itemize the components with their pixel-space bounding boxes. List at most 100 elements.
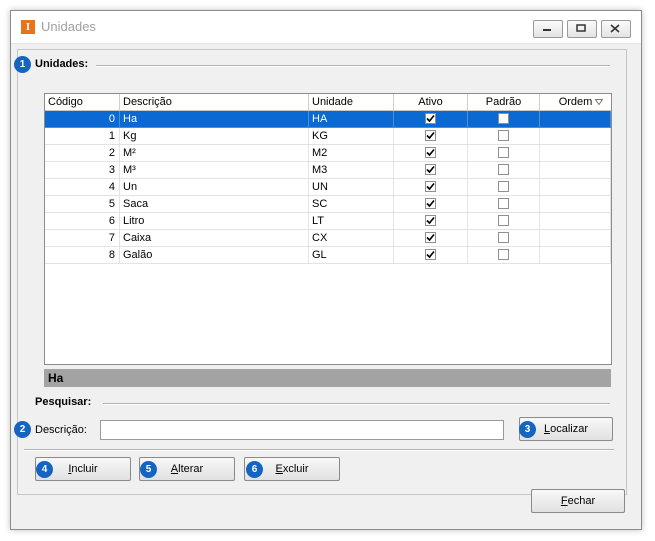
- table-row[interactable]: 3 M³ M3: [45, 162, 611, 179]
- step-badge-3: 3: [519, 421, 536, 438]
- padrao-checkbox[interactable]: [498, 130, 509, 141]
- incluir-label: ncluir: [71, 463, 98, 475]
- close-button[interactable]: [601, 20, 631, 38]
- cell-descricao: Ha: [120, 111, 309, 128]
- cell-padrao[interactable]: [468, 196, 540, 213]
- search-divider: [103, 403, 610, 405]
- cell-ativo[interactable]: [394, 213, 468, 230]
- excluir-mnemonic: E: [275, 463, 283, 475]
- cell-padrao[interactable]: [468, 179, 540, 196]
- cell-ativo[interactable]: [394, 247, 468, 264]
- cell-codigo: 8: [45, 247, 120, 264]
- table-row[interactable]: 0 Ha HA: [45, 111, 611, 128]
- column-header-codigo[interactable]: Código: [45, 94, 120, 110]
- table-row[interactable]: 2 M² M2: [45, 145, 611, 162]
- step-badge-2: 2: [14, 421, 31, 438]
- cell-unidade: HA: [309, 111, 394, 128]
- fechar-mnemonic: F: [560, 495, 568, 507]
- minimize-icon: [543, 29, 551, 31]
- padrao-checkbox[interactable]: [498, 147, 509, 158]
- padrao-checkbox[interactable]: [498, 181, 509, 192]
- column-header-ordem[interactable]: Ordem: [540, 94, 611, 110]
- padrao-checkbox[interactable]: [498, 198, 509, 209]
- cell-unidade: CX: [309, 230, 394, 247]
- cell-descricao: Kg: [120, 128, 309, 145]
- cell-descricao: Un: [120, 179, 309, 196]
- cell-padrao[interactable]: [468, 145, 540, 162]
- cell-padrao[interactable]: [468, 247, 540, 264]
- cell-padrao[interactable]: [468, 111, 540, 128]
- units-divider: [96, 65, 610, 67]
- cell-codigo: 5: [45, 196, 120, 213]
- cell-ordem: [540, 196, 611, 213]
- ativo-checkbox[interactable]: [425, 164, 436, 175]
- column-header-padrao[interactable]: Padrão: [468, 94, 540, 110]
- step-badge-1: 1: [14, 56, 31, 73]
- cell-ativo[interactable]: [394, 111, 468, 128]
- unidades-window: I Unidades 1 Unidades: Código Descrição …: [10, 10, 642, 530]
- cell-ativo[interactable]: [394, 145, 468, 162]
- table-row[interactable]: 6 Litro LT: [45, 213, 611, 230]
- minimize-button[interactable]: [533, 20, 563, 38]
- cell-codigo: 1: [45, 128, 120, 145]
- cell-ativo[interactable]: [394, 162, 468, 179]
- cell-unidade: M2: [309, 145, 394, 162]
- table-row[interactable]: 8 Galão GL: [45, 247, 611, 264]
- cell-ordem: [540, 145, 611, 162]
- ativo-checkbox[interactable]: [425, 198, 436, 209]
- ativo-checkbox[interactable]: [425, 147, 436, 158]
- cell-unidade: KG: [309, 128, 394, 145]
- cell-descricao: Saca: [120, 196, 309, 213]
- table-row[interactable]: 4 Un UN: [45, 179, 611, 196]
- table-row[interactable]: 5 Saca SC: [45, 196, 611, 213]
- ativo-checkbox[interactable]: [425, 215, 436, 226]
- step-badge-5: 5: [140, 461, 157, 478]
- actions-divider: [24, 449, 614, 451]
- table-row[interactable]: 7 Caixa CX: [45, 230, 611, 247]
- cell-padrao[interactable]: [468, 162, 540, 179]
- column-header-descricao[interactable]: Descrição: [120, 94, 309, 110]
- padrao-checkbox[interactable]: [498, 215, 509, 226]
- cell-unidade: SC: [309, 196, 394, 213]
- ativo-checkbox[interactable]: [425, 232, 436, 243]
- fechar-label: echar: [567, 495, 596, 507]
- cell-ativo[interactable]: [394, 128, 468, 145]
- cell-ordem: [540, 128, 611, 145]
- title-bar[interactable]: I Unidades: [11, 11, 641, 44]
- cell-ordem: [540, 162, 611, 179]
- padrao-checkbox[interactable]: [498, 232, 509, 243]
- cell-padrao[interactable]: [468, 213, 540, 230]
- descricao-search-label: Descrição:: [35, 424, 87, 436]
- padrao-checkbox[interactable]: [498, 113, 509, 124]
- cell-ativo[interactable]: [394, 179, 468, 196]
- app-icon: I: [21, 20, 35, 34]
- column-header-ativo[interactable]: Ativo: [394, 94, 468, 110]
- cell-padrao[interactable]: [468, 128, 540, 145]
- cell-codigo: 6: [45, 213, 120, 230]
- step-badge-6: 6: [246, 461, 263, 478]
- cell-ordem: [540, 247, 611, 264]
- cell-ativo[interactable]: [394, 230, 468, 247]
- maximize-button[interactable]: [567, 20, 597, 38]
- padrao-checkbox[interactable]: [498, 249, 509, 260]
- excluir-label: xcluir: [282, 463, 309, 475]
- column-header-ordem-label: Ordem: [558, 96, 593, 108]
- table-row[interactable]: 1 Kg KG: [45, 128, 611, 145]
- padrao-checkbox[interactable]: [498, 164, 509, 175]
- cell-ativo[interactable]: [394, 196, 468, 213]
- ativo-checkbox[interactable]: [425, 181, 436, 192]
- cell-ordem: [540, 230, 611, 247]
- column-header-unidade[interactable]: Unidade: [309, 94, 394, 110]
- selected-unit-detail: Ha: [44, 369, 611, 387]
- localizar-label: ocalizar: [550, 423, 589, 435]
- cell-ordem: [540, 213, 611, 230]
- main-panel: 1 Unidades: Código Descrição Unidade Ati…: [14, 49, 627, 495]
- cell-padrao[interactable]: [468, 230, 540, 247]
- units-grid[interactable]: Código Descrição Unidade Ativo Padrão Or…: [44, 93, 612, 365]
- descricao-search-input[interactable]: [100, 420, 504, 440]
- ativo-checkbox[interactable]: [425, 249, 436, 260]
- ativo-checkbox[interactable]: [425, 113, 436, 124]
- maximize-icon: [576, 24, 586, 32]
- ativo-checkbox[interactable]: [425, 130, 436, 141]
- fechar-button[interactable]: Fechar: [531, 489, 625, 513]
